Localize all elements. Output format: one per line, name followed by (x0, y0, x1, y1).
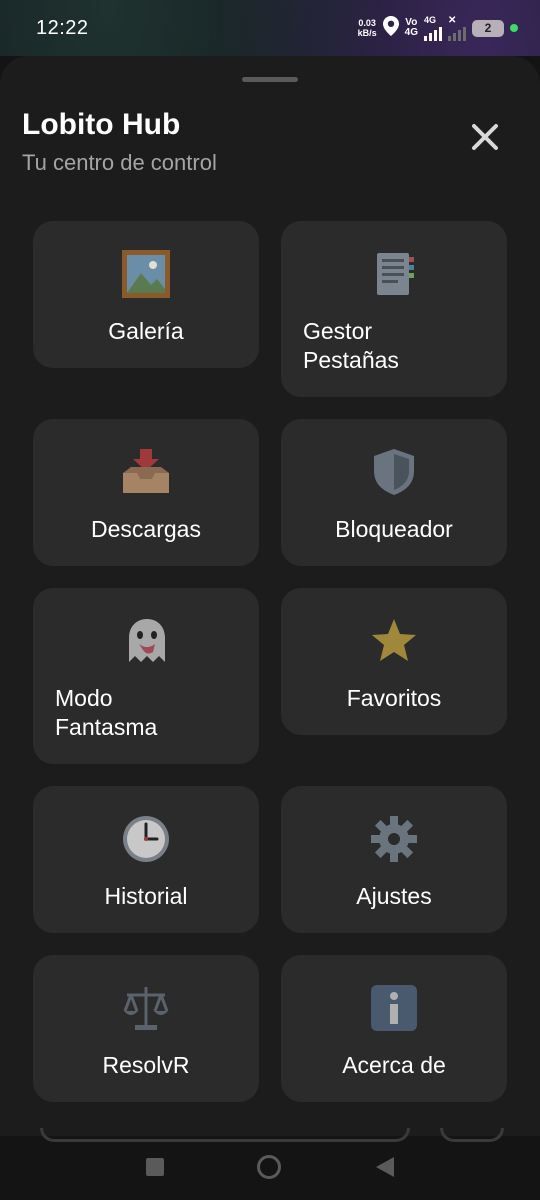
shield-icon (369, 447, 419, 497)
network-speed-unit: kB/s (357, 28, 377, 38)
tile-label: Ajustes (356, 883, 432, 909)
star-icon (369, 616, 419, 666)
hub-bottom-sheet: Lobito Hub Tu centro de control Galería … (0, 56, 540, 1136)
ghost-icon (121, 616, 171, 666)
status-bar: 12:22 0.03 kB/s Vo 4G 4G ✕ 2 (0, 0, 540, 56)
volte-bottom: 4G (404, 27, 418, 38)
tile-resolvr[interactable]: ResolvR (33, 955, 259, 1102)
signal-group-1: 4G (424, 14, 442, 41)
inbox-tray-icon (121, 447, 171, 497)
tile-label: Favoritos (346, 685, 442, 711)
close-icon (471, 123, 499, 156)
sheet-title: Lobito Hub (22, 108, 181, 141)
network-speed: 0.03 kB/s (358, 18, 377, 38)
background-button-edge (440, 1128, 504, 1142)
tile-acerca-de[interactable]: Acerca de (281, 955, 507, 1102)
navigation-bar (0, 1128, 540, 1200)
circle-icon (256, 1154, 282, 1185)
background-search-bar-edge (40, 1128, 410, 1142)
signal-strength-secondary-icon (448, 25, 466, 41)
clock-icon (121, 814, 171, 864)
square-icon (145, 1157, 165, 1182)
privacy-dot-icon (510, 24, 518, 32)
tile-galeria[interactable]: Galería (33, 221, 259, 368)
home-button[interactable] (256, 1154, 282, 1185)
drag-handle[interactable] (242, 77, 298, 82)
signal-strength-icon (424, 25, 442, 41)
tile-label: Historial (104, 883, 188, 909)
tile-modo-fantasma[interactable]: Modo Fantasma (33, 588, 259, 764)
tile-label: Galería (108, 318, 184, 344)
back-triangle-icon (374, 1156, 396, 1183)
location-pin-icon (382, 15, 399, 41)
tile-label: Gestor Pestañas (303, 318, 399, 373)
battery-indicator: 2 (472, 19, 504, 37)
volte-indicator: Vo 4G (405, 18, 418, 38)
status-icons: 0.03 kB/s Vo 4G 4G ✕ 2 (358, 14, 518, 41)
tile-label: Descargas (91, 516, 201, 542)
no-signal-x-icon: ✕ (448, 14, 457, 26)
back-button[interactable] (372, 1156, 398, 1182)
sheet-subtitle: Tu centro de control (22, 150, 217, 175)
tile-descargas[interactable]: Descargas (33, 419, 259, 566)
tile-label: Acerca de (342, 1052, 446, 1078)
tile-historial[interactable]: Historial (33, 786, 259, 933)
tile-label: Bloqueador (335, 516, 453, 542)
tile-bloqueador[interactable]: Bloqueador (281, 419, 507, 566)
network-speed-value: 0.03 (358, 18, 376, 28)
tile-gestor-pestanas[interactable]: Gestor Pestañas (281, 221, 507, 397)
close-button[interactable] (462, 116, 508, 162)
tile-ajustes[interactable]: Ajustes (281, 786, 507, 933)
framed-picture-icon (121, 249, 171, 299)
tile-label: Modo Fantasma (55, 685, 158, 740)
bookmark-tabs-icon (369, 249, 419, 299)
tile-label: ResolvR (102, 1052, 190, 1078)
gear-icon (369, 814, 419, 864)
recents-button[interactable] (142, 1156, 168, 1182)
balance-scale-icon (121, 983, 171, 1033)
status-time: 12:22 (36, 16, 89, 39)
signal-group-2: ✕ (448, 14, 466, 41)
tile-favoritos[interactable]: Favoritos (281, 588, 507, 735)
network-type-label: 4G (424, 14, 437, 25)
information-icon (369, 983, 419, 1033)
